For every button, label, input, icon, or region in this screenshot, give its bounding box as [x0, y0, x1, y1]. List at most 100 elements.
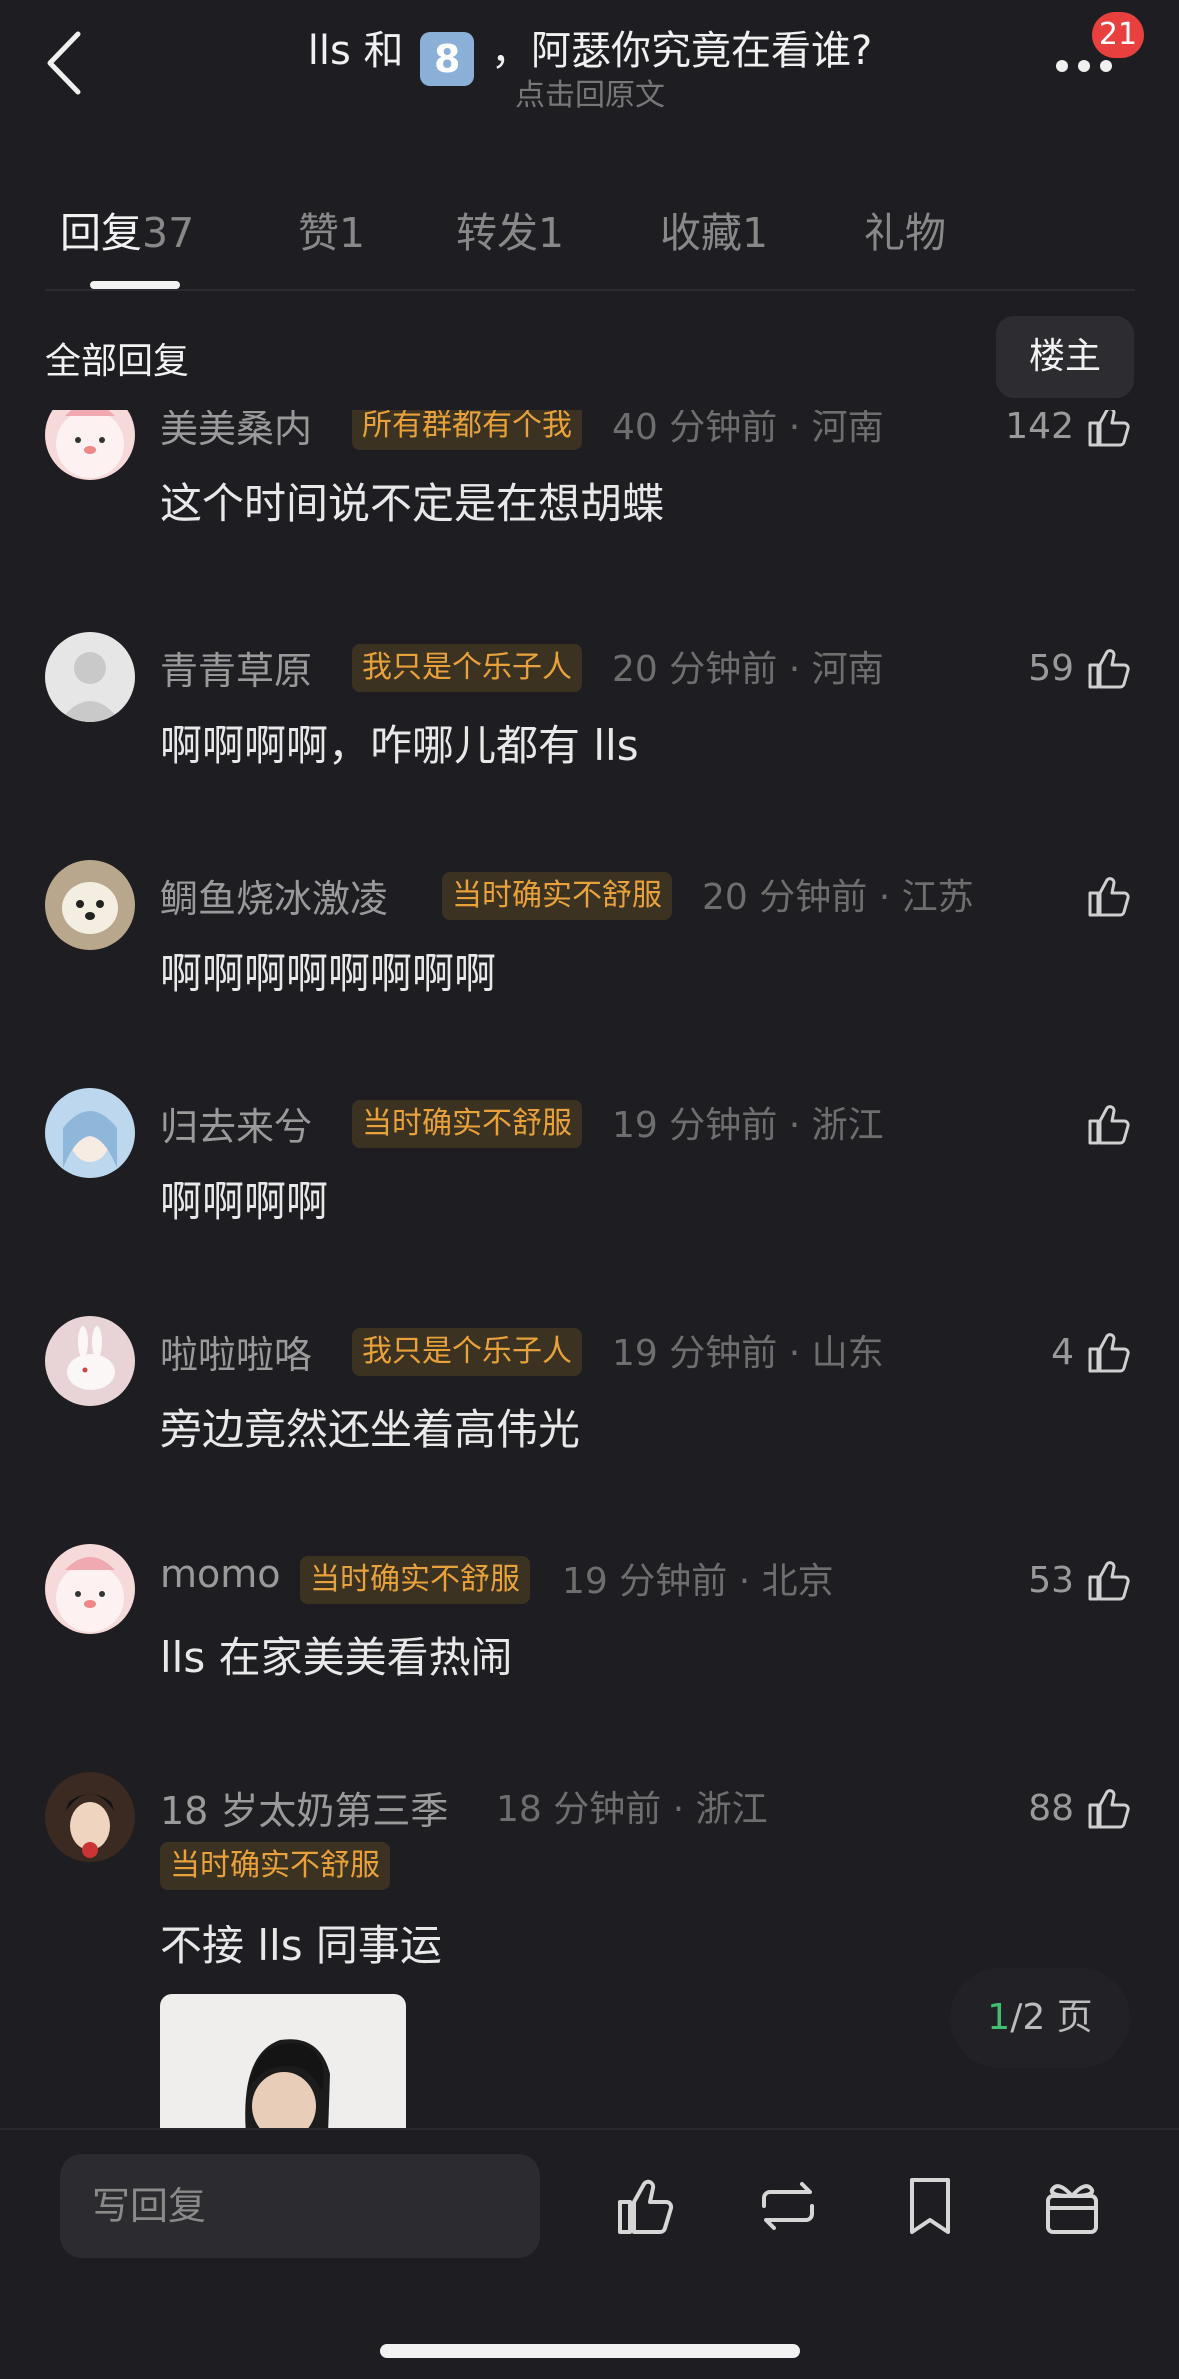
- like-button[interactable]: 142: [1005, 410, 1134, 454]
- tab-count: 1: [339, 209, 366, 257]
- reply-meta: 20 分钟前 · 江苏: [702, 877, 974, 918]
- tab-count: 37: [142, 209, 195, 257]
- fan-tag: 当时确实不舒服: [300, 1556, 530, 1604]
- username[interactable]: 美美桑内: [160, 410, 312, 453]
- reply-time: 18 分钟前: [496, 1789, 662, 1830]
- reply-item: momo 当时确实不舒服 19 分钟前 · 北京 53 lls 在家美美看热闹: [0, 1544, 1179, 1772]
- bookmark-icon[interactable]: [896, 2172, 964, 2240]
- reply-location: 河南: [811, 410, 884, 448]
- like-button[interactable]: [1074, 868, 1134, 924]
- fan-tag: 所有群都有个我: [352, 410, 582, 450]
- thumbs-up-icon: [1088, 1561, 1130, 1601]
- avatar[interactable]: [45, 410, 135, 480]
- thumbs-up-icon: [1088, 1333, 1130, 1373]
- top-bar: lls 和 8 ，阿瑟你究竟在看谁? 点击回原文 21: [0, 0, 1179, 130]
- reply-time: 19 分钟前: [562, 1561, 728, 1602]
- reply-text: lls 在家美美看热闹: [160, 1633, 513, 1682]
- reply-item: 鲷鱼烧冰激凌 当时确实不舒服 20 分钟前 · 江苏 啊啊啊啊啊啊啊啊: [0, 860, 1179, 1088]
- reply-meta: 40 分钟前 · 河南: [612, 410, 884, 450]
- tab-label: 转发: [456, 209, 538, 257]
- avatar[interactable]: [45, 860, 135, 950]
- back-to-post-link[interactable]: 点击回原文: [300, 70, 880, 114]
- thumbs-up-icon: [1088, 877, 1130, 917]
- total-pages: /2 页: [1010, 1997, 1093, 2038]
- reply-text: 啊啊啊啊，咋哪儿都有 lls: [160, 721, 639, 770]
- repost-icon[interactable]: [754, 2172, 822, 2240]
- reply-location: 浙江: [811, 1105, 884, 1146]
- like-button[interactable]: 88: [1028, 1780, 1134, 1836]
- reply-meta: 18 分钟前 · 浙江: [496, 1789, 768, 1830]
- fan-tag: 我只是个乐子人: [352, 644, 582, 692]
- reply-list[interactable]: 美美桑内 所有群都有个我 40 分钟前 · 河南 142 这个时间说不定是在想胡…: [0, 410, 1179, 2130]
- thumbs-up-icon: [1088, 410, 1130, 447]
- like-button[interactable]: [1074, 1096, 1134, 1152]
- avatar[interactable]: [45, 1088, 135, 1178]
- like-icon[interactable]: [612, 2172, 680, 2240]
- reply-item: 18 岁太奶第三季 18 分钟前 · 浙江 88 当时确实不舒服 不接 lls …: [0, 1772, 1179, 2130]
- thumbs-up-icon: [1088, 1789, 1130, 1829]
- avatar[interactable]: [45, 1544, 135, 1634]
- like-button[interactable]: 4: [1051, 1324, 1134, 1380]
- reply-location: 浙江: [695, 1789, 768, 1830]
- username[interactable]: 18 岁太奶第三季: [160, 1780, 448, 1835]
- tab-replies[interactable]: 回复37: [60, 199, 194, 259]
- tab-gifts[interactable]: 礼物: [864, 199, 946, 259]
- username[interactable]: momo: [160, 1552, 281, 1596]
- thumbs-up-icon: [1088, 649, 1130, 689]
- tab-favorites[interactable]: 收藏1: [660, 199, 768, 259]
- tab-count: 1: [538, 209, 565, 257]
- tab-label: 回复: [60, 209, 142, 257]
- fan-tag: 当时确实不舒服: [442, 872, 672, 920]
- like-count: 59: [1028, 647, 1074, 689]
- like-button[interactable]: 59: [1028, 640, 1134, 696]
- gift-icon[interactable]: [1038, 2172, 1106, 2240]
- title-part-2: ，阿瑟你究竟在看谁?: [490, 28, 873, 74]
- avatar[interactable]: [45, 632, 135, 722]
- active-tab-indicator: [90, 281, 180, 289]
- reply-location: 山东: [811, 1333, 884, 1374]
- username[interactable]: 青青草原: [160, 640, 312, 695]
- username[interactable]: 归去来兮: [160, 1096, 312, 1151]
- owner-only-button[interactable]: 楼主: [996, 316, 1134, 398]
- divider: [45, 289, 1135, 291]
- tab-label: 收藏: [660, 209, 742, 257]
- reply-time: 40 分钟前: [612, 410, 778, 448]
- tab-likes[interactable]: 赞1: [298, 199, 365, 259]
- reply-item: 归去来兮 当时确实不舒服 19 分钟前 · 浙江 啊啊啊啊: [0, 1088, 1179, 1316]
- username[interactable]: 啦啦啦咯: [160, 1324, 312, 1379]
- avatar[interactable]: [45, 1316, 135, 1406]
- page-indicator[interactable]: 1/2 页: [950, 1968, 1130, 2068]
- fan-tag: 当时确实不舒服: [160, 1842, 390, 1890]
- home-indicator: [380, 2344, 800, 2358]
- username[interactable]: 鲷鱼烧冰激凌: [160, 868, 388, 923]
- reply-input[interactable]: 写回复: [60, 2154, 540, 2258]
- tab-label: 礼物: [864, 209, 946, 257]
- reply-meta: 19 分钟前 · 浙江: [612, 1105, 884, 1146]
- like-count: 88: [1028, 1787, 1074, 1829]
- reply-meta: 19 分钟前 · 山东: [612, 1333, 884, 1374]
- title-part-1: lls 和: [307, 28, 404, 74]
- like-count: 142: [1005, 410, 1074, 447]
- back-arrow-icon[interactable]: [40, 28, 90, 98]
- tab-label: 赞: [298, 209, 339, 257]
- bottom-bar: 写回复: [0, 2128, 1179, 2379]
- tab-bar: 回复37 赞1 转发1 收藏1 礼物: [0, 185, 1179, 295]
- reply-time: 19 分钟前: [612, 1333, 778, 1374]
- reply-meta: 20 分钟前 · 河南: [612, 649, 884, 690]
- tab-reposts[interactable]: 转发1: [456, 199, 564, 259]
- reply-time: 20 分钟前: [702, 877, 868, 918]
- avatar[interactable]: [45, 1772, 135, 1862]
- thumbs-up-icon: [1088, 1105, 1130, 1145]
- reply-time: 20 分钟前: [612, 649, 778, 690]
- reply-item: 青青草原 我只是个乐子人 20 分钟前 · 河南 59 啊啊啊啊，咋哪儿都有 l…: [0, 632, 1179, 860]
- current-page: 1: [987, 1997, 1011, 2038]
- reply-image[interactable]: [160, 1994, 406, 2130]
- reply-location: 河南: [811, 649, 884, 690]
- tab-count: 1: [742, 209, 769, 257]
- all-replies-label: 全部回复: [45, 341, 190, 382]
- like-button[interactable]: 53: [1028, 1552, 1134, 1608]
- reply-text: 啊啊啊啊啊啊啊啊: [160, 949, 497, 998]
- reply-item: 美美桑内 所有群都有个我 40 分钟前 · 河南 142 这个时间说不定是在想胡…: [0, 410, 1179, 618]
- like-count: 4: [1051, 1331, 1074, 1373]
- fan-tag: 我只是个乐子人: [352, 1328, 582, 1376]
